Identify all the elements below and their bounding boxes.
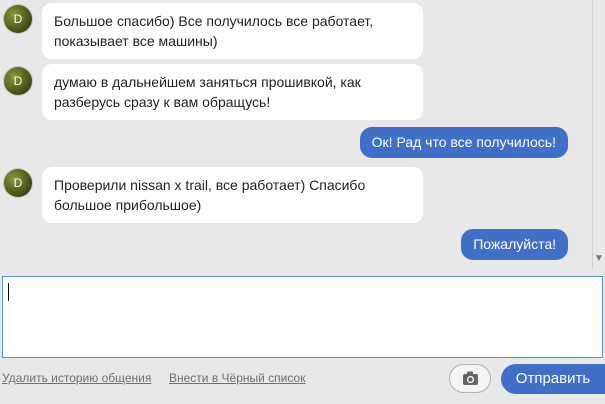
message-line: показывает все машины) [54, 33, 218, 49]
message-text: Пожалуйста! [473, 236, 556, 252]
avatar[interactable]: D [4, 169, 32, 197]
incoming-message: Проверили nissan x trail, все работает) … [42, 167, 423, 223]
vertical-scrollbar[interactable]: ▼ [592, 0, 605, 268]
message-input[interactable] [2, 276, 603, 358]
message-text: Ок! Рад что все получилось! [371, 134, 556, 150]
avatar[interactable]: D [4, 5, 32, 33]
avatar-letter: D [13, 74, 23, 88]
message-line: Проверили nissan x trail, все работает) … [54, 177, 366, 193]
avatar-letter: D [13, 176, 23, 190]
incoming-message: Большое спасибо) Все получилось все рабо… [42, 3, 423, 59]
incoming-message: думаю в дальнейшем заняться прошивкой, к… [42, 64, 423, 120]
clear-history-link[interactable]: Удалить историю общения [2, 371, 151, 385]
attach-photo-button[interactable] [449, 364, 491, 393]
message-line: Большое спасибо) Все получилось все рабо… [54, 13, 374, 29]
avatar-letter: D [13, 12, 23, 26]
outgoing-message: Ок! Рад что все получилось! [359, 127, 568, 158]
add-to-blacklist-link[interactable]: Внести в Чёрный список [169, 371, 305, 385]
message-line: разберусь сразу к вам обращусь! [54, 94, 271, 110]
camera-icon [463, 371, 478, 385]
avatar[interactable]: D [4, 67, 32, 95]
text-caret [8, 283, 9, 301]
send-button[interactable]: Отправить [501, 364, 605, 394]
message-line: большое прибольшое) [54, 197, 202, 213]
message-line: думаю в дальнейшем заняться прошивкой, к… [54, 74, 361, 90]
message-list[interactable]: D Большое спасибо) Все получилось все ра… [0, 0, 593, 268]
scroll-down-arrow-icon[interactable]: ▼ [593, 254, 605, 264]
outgoing-message: Пожалуйста! [461, 229, 568, 260]
